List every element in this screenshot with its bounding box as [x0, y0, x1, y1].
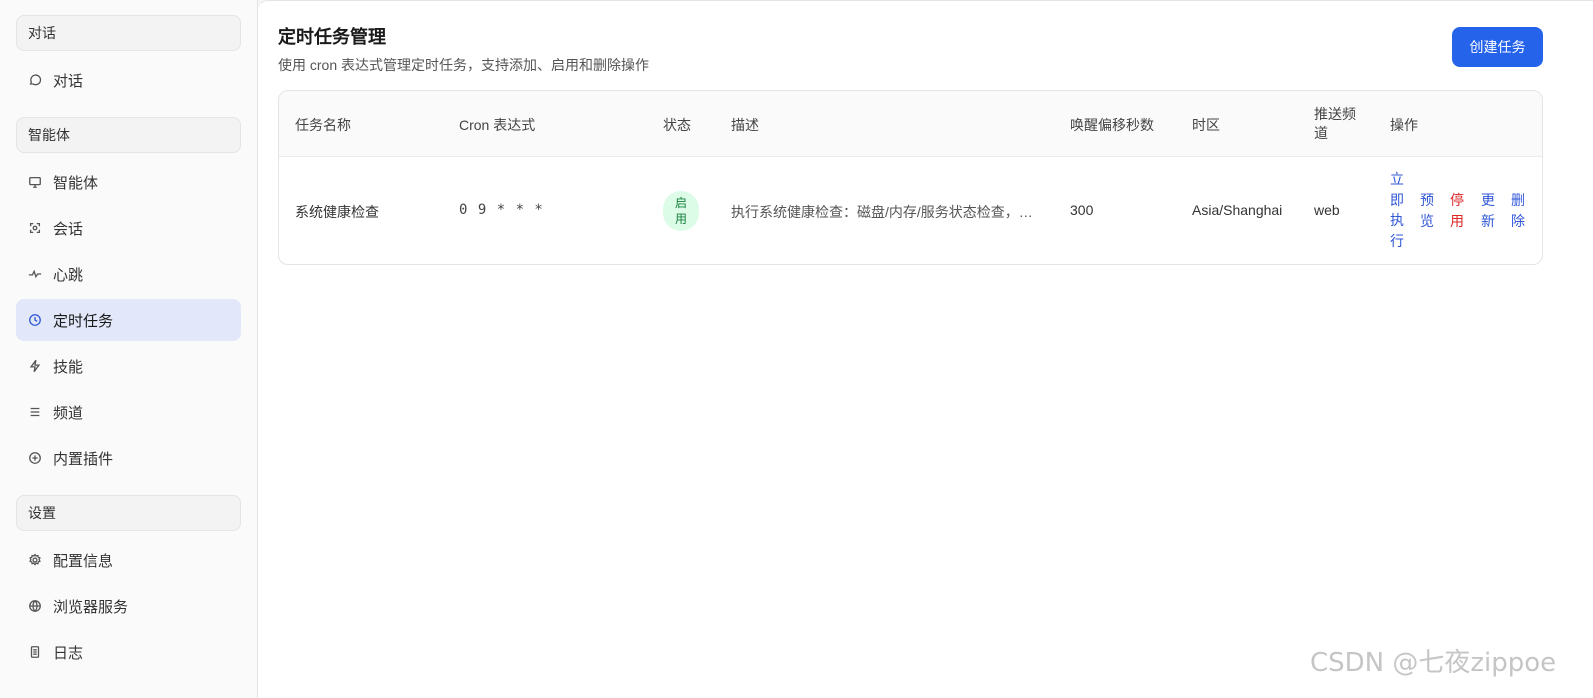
monitor-icon: [27, 174, 43, 190]
cell-timezone: Asia/Shanghai: [1192, 202, 1283, 218]
sidebar-item-logs[interactable]: 日志: [16, 631, 241, 673]
sidebar-item-label: 配置信息: [53, 552, 114, 570]
app-root: 对话 对话 智能体 智能体 会话 心跳 定时任务 技能 频道 内置插件 设置 配…: [0, 0, 1593, 698]
page-title: 定时任务管理: [278, 27, 386, 47]
sidebar-item-label: 定时任务: [53, 312, 114, 330]
gear-icon: [27, 552, 43, 568]
disable-button[interactable]: 停用: [1449, 190, 1465, 231]
column-header-channel: 推送频道: [1314, 106, 1356, 141]
column-header-name: 任务名称: [295, 117, 351, 133]
sidebar-item-label: 日志: [53, 644, 84, 662]
cell-description: 执行系统健康检查：磁盘/内存/服务状态检查，…: [731, 204, 1033, 220]
status-badge: 启用: [663, 191, 699, 231]
watermark: CSDN @七夜zippoe: [1310, 648, 1557, 678]
document-icon: [27, 644, 43, 660]
table-header: 任务名称 Cron 表达式 状态 描述 唤醒偏移秒数 时区 推送频道 操作: [279, 91, 1542, 157]
pulse-icon: [27, 266, 43, 282]
sidebar-item-label: 智能体: [53, 174, 99, 192]
update-button[interactable]: 更新: [1480, 190, 1496, 231]
sidebar: 对话 对话 智能体 智能体 会话 心跳 定时任务 技能 频道 内置插件 设置 配…: [0, 0, 258, 698]
preview-button[interactable]: 预览: [1419, 190, 1435, 231]
column-header-status: 状态: [663, 117, 691, 133]
cell-task-name: 系统健康检查: [295, 204, 379, 220]
delete-button[interactable]: 删除: [1510, 190, 1526, 231]
sidebar-item-skills[interactable]: 技能: [16, 345, 241, 387]
column-header-description: 描述: [731, 117, 759, 133]
sidebar-item-label: 浏览器服务: [53, 598, 129, 616]
globe-icon: [27, 598, 43, 614]
sidebar-item-plugins[interactable]: 内置插件: [16, 437, 241, 479]
sidebar-item-label: 对话: [53, 72, 84, 90]
run-now-button[interactable]: 立即执行: [1389, 169, 1405, 251]
sidebar-item-label: 内置插件: [53, 450, 114, 468]
cell-channel: web: [1314, 202, 1340, 218]
tasks-table: 任务名称 Cron 表达式 状态 描述 唤醒偏移秒数 时区 推送频道 操作 系统…: [278, 90, 1543, 265]
column-header-actions: 操作: [1390, 117, 1418, 133]
sidebar-item-channels[interactable]: 频道: [16, 391, 241, 433]
sidebar-item-agent[interactable]: 智能体: [16, 161, 241, 203]
sidebar-item-chat[interactable]: 对话: [16, 59, 241, 101]
session-icon: [27, 220, 43, 236]
menu-lines-icon: [27, 404, 43, 420]
lightning-icon: [27, 358, 43, 374]
sidebar-item-label: 心跳: [53, 266, 84, 284]
column-header-timezone: 时区: [1192, 117, 1220, 133]
sidebar-group-chat: 对话: [16, 15, 241, 51]
sidebar-item-label: 会话: [53, 220, 84, 238]
sidebar-item-label: 频道: [53, 404, 84, 422]
sidebar-group-settings: 设置: [16, 495, 241, 531]
column-header-wake-offset: 唤醒偏移秒数: [1070, 117, 1154, 133]
sidebar-item-session[interactable]: 会话: [16, 207, 241, 249]
sidebar-item-scheduled-tasks[interactable]: 定时任务: [16, 299, 241, 341]
main-panel: 定时任务管理 使用 cron 表达式管理定时任务，支持添加、启用和删除操作 创建…: [258, 0, 1593, 698]
create-task-button[interactable]: 创建任务: [1452, 27, 1543, 67]
sidebar-item-browser-service[interactable]: 浏览器服务: [16, 585, 241, 627]
chat-bubble-icon: [27, 72, 43, 88]
plus-circle-icon: [27, 450, 43, 466]
page-subtitle: 使用 cron 表达式管理定时任务，支持添加、启用和删除操作: [278, 57, 650, 73]
column-header-cron: Cron 表达式: [459, 117, 536, 133]
sidebar-item-heartbeat[interactable]: 心跳: [16, 253, 241, 295]
clock-icon: [27, 312, 43, 328]
cell-wake-offset: 300: [1070, 202, 1094, 218]
cell-cron-expression: 0 9 * * *: [459, 202, 544, 218]
sidebar-item-config[interactable]: 配置信息: [16, 539, 241, 581]
sidebar-item-label: 技能: [53, 358, 84, 376]
sidebar-group-agent: 智能体: [16, 117, 241, 153]
